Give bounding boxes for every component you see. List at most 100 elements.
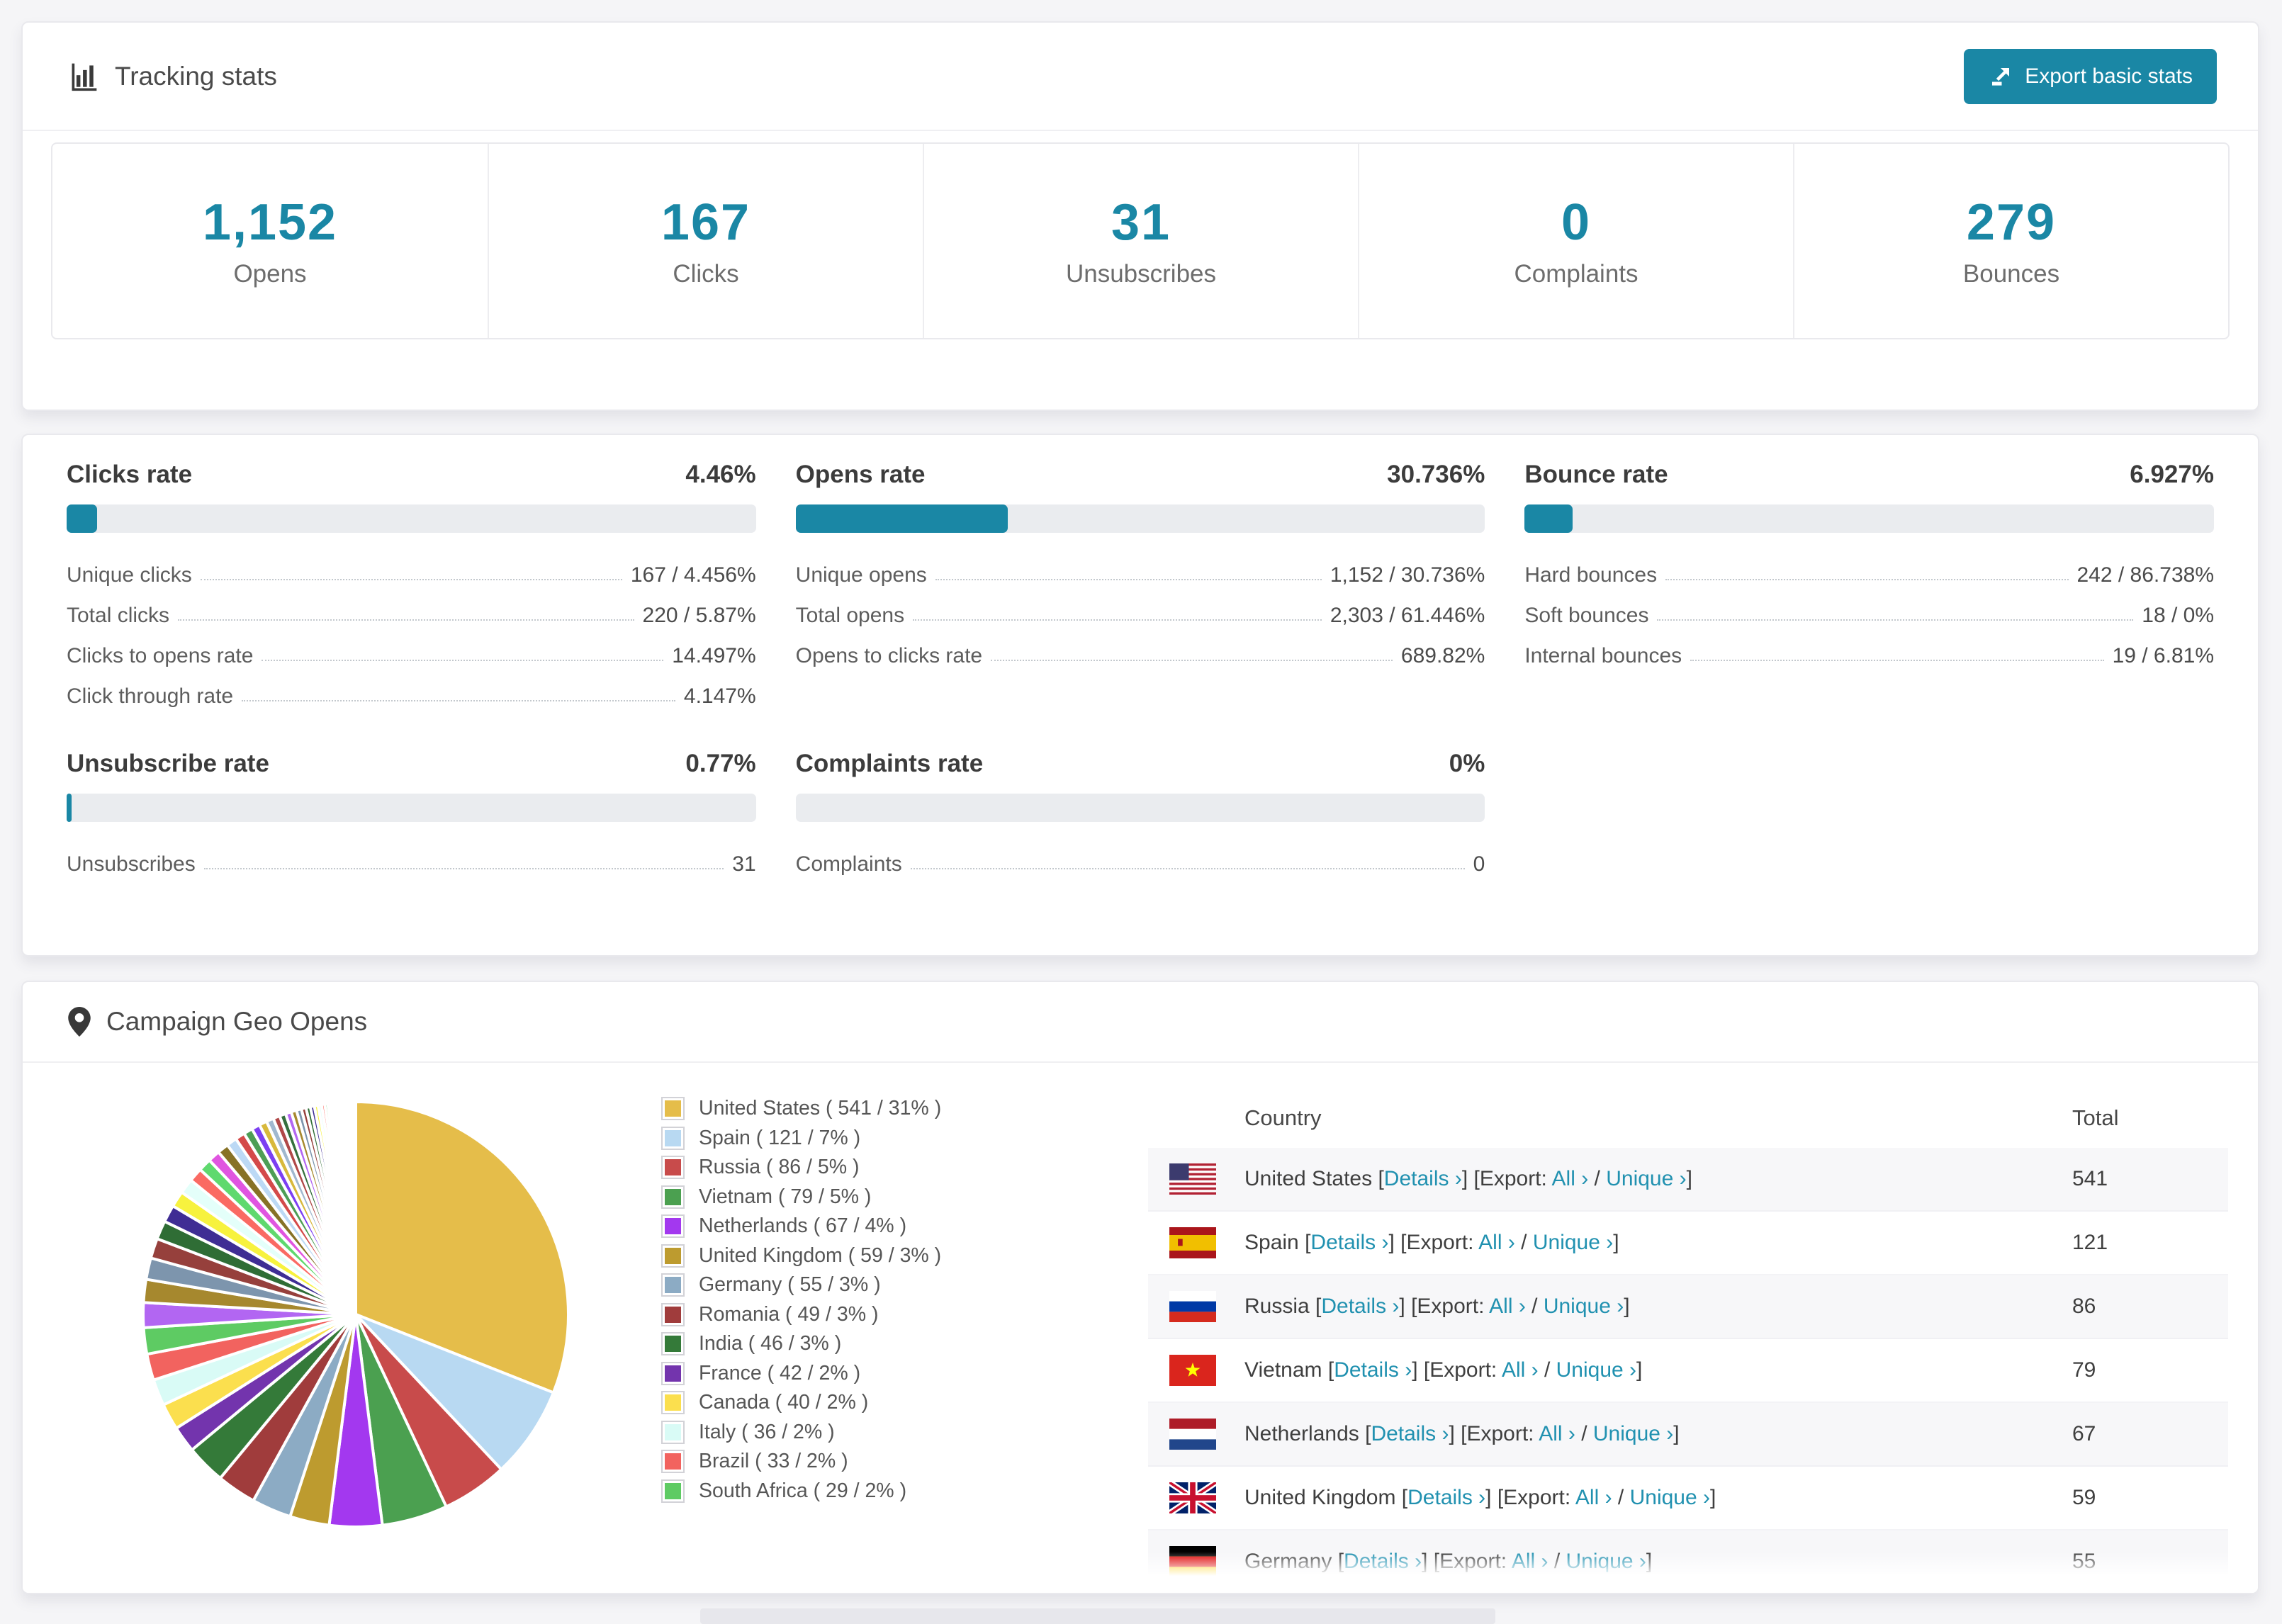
rates-grid: Clicks rate 4.46% Unique clicks 167 / 4.… (67, 461, 2214, 879)
rate-title: Clicks rate (67, 461, 193, 488)
rate-panel-clicks-rate: Clicks rate 4.46% Unique clicks 167 / 4.… (67, 461, 756, 711)
geo-table-row-united-kingdom: United Kingdom [Details ›] [Export: All … (1148, 1467, 2228, 1530)
rate-row-value: 242 / 86.738% (2076, 563, 2215, 587)
legend-item-france[interactable]: France ( 42 / 2% ) (661, 1359, 941, 1389)
dotted-leader (991, 660, 1393, 661)
details-link[interactable]: Details › (1371, 1422, 1449, 1445)
export-unique-link[interactable]: Unique › (1556, 1358, 1636, 1382)
geo-pie-svg (142, 1100, 570, 1528)
legend-label: Canada ( 40 / 2% ) (699, 1391, 869, 1414)
legend-swatch (661, 1273, 685, 1297)
legend-item-united-states[interactable]: United States ( 541 / 31% ) (661, 1094, 941, 1124)
export-all-link[interactable]: All › (1478, 1231, 1515, 1254)
details-link[interactable]: Details › (1310, 1231, 1388, 1254)
stat-value: 1,152 (202, 194, 338, 251)
legend-item-canada[interactable]: Canada ( 40 / 2% ) (661, 1388, 941, 1418)
stat-label: Complaints (1514, 260, 1639, 288)
stat-clicks: 167 Clicks (488, 144, 923, 338)
geo-table-rows: United States [Details ›] [Export: All ›… (1148, 1148, 2228, 1593)
export-all-link[interactable]: All › (1512, 1550, 1548, 1573)
rate-row: Click through rate 4.147% (67, 671, 756, 711)
export-unique-link[interactable]: Unique › (1533, 1231, 1613, 1254)
export-unique-link[interactable]: Unique › (1593, 1422, 1673, 1445)
legend-item-russia[interactable]: Russia ( 86 / 5% ) (661, 1153, 941, 1183)
rate-row: Unsubscribes 31 (67, 839, 756, 879)
campaign-stats-page: { "theme": { "accent": "#1a87a5", "link_… (0, 0, 2282, 1624)
export-unique-link[interactable]: Unique › (1566, 1550, 1646, 1573)
total-cell: 79 (2072, 1358, 2096, 1382)
export-all-link[interactable]: All › (1552, 1167, 1589, 1190)
legend-item-vietnam[interactable]: Vietnam ( 79 / 5% ) (661, 1183, 941, 1212)
legend-item-romania[interactable]: Romania ( 49 / 3% ) (661, 1300, 941, 1330)
stat-opens: 1,152 Opens (52, 144, 488, 338)
rate-row-value: 18 / 0% (2142, 604, 2214, 627)
rate-row: Total opens 2,303 / 61.446% (796, 590, 1485, 631)
rate-progress-fill (67, 794, 72, 822)
stat-value: 0 (1561, 194, 1592, 251)
export-unique-link[interactable]: Unique › (1630, 1486, 1710, 1509)
rate-row: Unique clicks 167 / 4.456% (67, 550, 756, 590)
rate-value: 4.46% (685, 461, 756, 488)
rate-row: Clicks to opens rate 14.497% (67, 631, 756, 671)
legend-swatch (661, 1185, 685, 1209)
rate-progress-track (795, 504, 1485, 533)
legend-item-south-africa[interactable]: South Africa ( 29 / 2% ) (661, 1477, 941, 1506)
legend-item-india[interactable]: India ( 46 / 3% ) (661, 1329, 941, 1359)
geo-pie-legend: United States ( 541 / 31% ) Spain ( 121 … (661, 1094, 942, 1506)
tracking-stats-title-group: Tracking stats (68, 61, 277, 92)
page-title: Tracking stats (115, 61, 277, 91)
export-all-link[interactable]: All › (1489, 1295, 1526, 1318)
rate-progress-track (795, 794, 1485, 822)
rate-value: 6.927% (2130, 461, 2214, 488)
geo-table-row-germany: Germany [Details ›] [Export: All › / Uni… (1148, 1530, 2228, 1593)
legend-item-united-kingdom[interactable]: United Kingdom ( 59 / 3% ) (661, 1241, 942, 1271)
geo-pie-chart (136, 1095, 575, 1534)
export-all-link[interactable]: All › (1502, 1358, 1539, 1382)
rates-card: Clicks rate 4.46% Unique clicks 167 / 4.… (21, 434, 2259, 957)
de-flag-icon (1169, 1546, 1216, 1577)
details-link[interactable]: Details › (1321, 1295, 1399, 1318)
dotted-leader (1690, 660, 2104, 661)
gb-flag-icon (1169, 1482, 1216, 1513)
stat-label: Opens (233, 260, 307, 288)
details-link[interactable]: Details › (1344, 1550, 1422, 1573)
legend-item-italy[interactable]: Italy ( 36 / 2% ) (661, 1418, 941, 1448)
export-basic-stats-button[interactable]: Export basic stats (1964, 48, 2217, 104)
rate-title: Unsubscribe rate (67, 750, 269, 777)
rate-row: Internal bounces 19 / 6.81% (1524, 631, 2214, 671)
rate-head: Complaints rate 0% (796, 750, 1485, 778)
legend-label: Russia ( 86 / 5% ) (699, 1156, 860, 1179)
legend-item-netherlands[interactable]: Netherlands ( 67 / 4% ) (661, 1212, 941, 1241)
map-pin-icon (68, 1007, 91, 1037)
details-link[interactable]: Details › (1407, 1486, 1485, 1509)
rate-row: Total clicks 220 / 5.87% (67, 590, 756, 631)
rate-row: Hard bounces 242 / 86.738% (1524, 550, 2214, 590)
details-link[interactable]: Details › (1384, 1167, 1462, 1190)
rate-row-label: Click through rate (67, 684, 234, 708)
rate-panel-opens-rate: Opens rate 30.736% Unique opens 1,152 / … (795, 461, 1485, 711)
geo-table-row-spain: Spain [Details ›] [Export: All › / Uniqu… (1148, 1212, 2228, 1275)
export-basic-stats-label: Export basic stats (2025, 64, 2193, 88)
details-link[interactable]: Details › (1334, 1358, 1412, 1382)
rate-value: 0.77% (685, 750, 756, 777)
legend-swatch (661, 1479, 685, 1503)
rate-row-label: Total opens (795, 604, 905, 627)
country-cell: Spain [Details ›] [Export: All › / Uniqu… (1244, 1231, 1619, 1254)
export-unique-link[interactable]: Unique › (1544, 1295, 1624, 1318)
export-unique-link[interactable]: Unique › (1606, 1167, 1686, 1190)
legend-item-brazil[interactable]: Brazil ( 33 / 2% ) (661, 1447, 941, 1477)
legend-item-spain[interactable]: Spain ( 121 / 7% ) (661, 1124, 941, 1154)
pie-slice-other[interactable] (353, 1100, 357, 1316)
geo-table-row-united-states: United States [Details ›] [Export: All ›… (1148, 1148, 2228, 1212)
rate-head: Opens rate 30.736% (796, 461, 1485, 489)
dotted-leader (242, 700, 675, 701)
export-all-link[interactable]: All › (1539, 1422, 1575, 1445)
stat-label: Clicks (673, 260, 739, 288)
legend-item-germany[interactable]: Germany ( 55 / 3% ) (661, 1270, 941, 1300)
rate-row-value: 2,303 / 61.446% (1330, 604, 1485, 627)
horizontal-scrollbar-thumb[interactable] (700, 1608, 1495, 1624)
legend-label: United Kingdom ( 59 / 3% ) (699, 1244, 942, 1267)
rate-head: Bounce rate 6.927% (1524, 461, 2214, 489)
rate-rows: Unique opens 1,152 / 30.736% Total opens… (796, 550, 1485, 671)
export-all-link[interactable]: All › (1575, 1486, 1612, 1509)
